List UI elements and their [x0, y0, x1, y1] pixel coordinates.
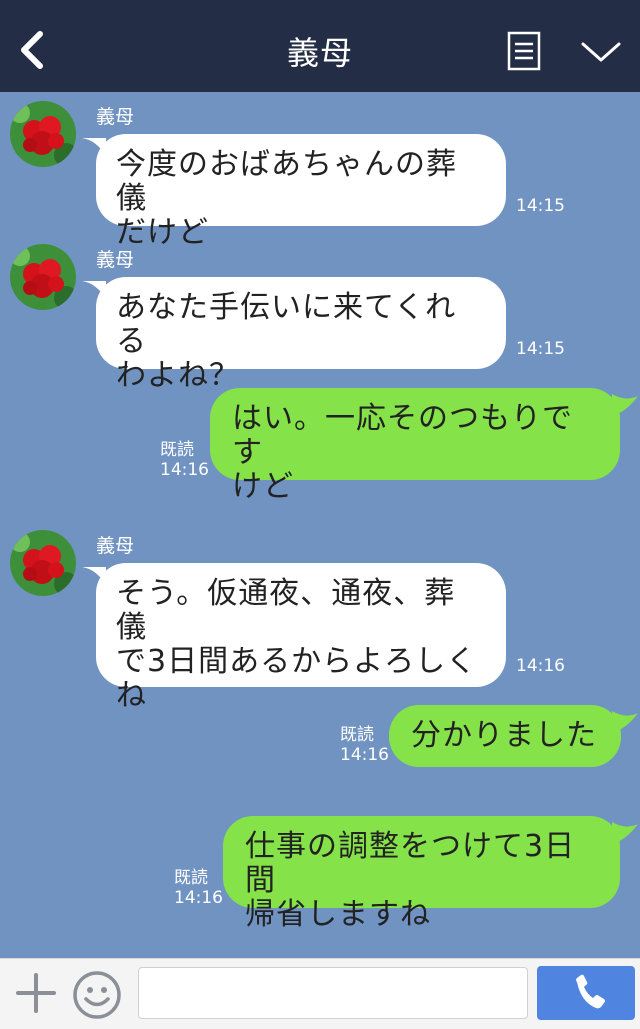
message-input-bar — [0, 958, 640, 1029]
message-bubble[interactable]: 今度のおばあちゃんの葬儀 だけど — [96, 134, 506, 250]
message-line: 仕事の調整をつけて3日間 — [245, 829, 576, 898]
message-bubble[interactable]: そう。仮通夜、通夜、葬儀 で3日間あるからよろしく ね — [96, 563, 506, 713]
message-line: だけど — [116, 215, 209, 250]
message-line: あなた手伝いに来てくれる — [116, 290, 457, 359]
timestamp: 14:16 — [340, 745, 389, 765]
sender-name: 義母 — [96, 249, 135, 271]
message-bubble[interactable]: 分かりました — [389, 705, 621, 767]
sender-name: 義母 — [96, 535, 135, 557]
phone-icon — [576, 974, 605, 1009]
timestamp: 14:16 — [174, 888, 223, 908]
message-line: 今度のおばあちゃんの葬儀 — [116, 147, 457, 216]
message-line: そう。仮通夜、通夜、葬儀 — [116, 576, 456, 645]
read-label: 既読 — [340, 725, 374, 745]
read-label: 既読 — [160, 440, 194, 460]
avatar[interactable] — [10, 101, 76, 167]
sender-name: 義母 — [96, 106, 135, 128]
read-receipt: 既読 14:16 — [174, 868, 223, 908]
message-line: 帰省しますね — [245, 897, 431, 932]
call-button[interactable] — [537, 966, 635, 1020]
chat-title: 義母 — [286, 34, 353, 72]
chevron-down-icon[interactable] — [580, 38, 622, 66]
timestamp: 14:16 — [516, 656, 565, 676]
message-bubble[interactable]: はい。一応そのつもりです けど — [210, 388, 620, 504]
timestamp: 14:15 — [516, 196, 565, 216]
avatar[interactable] — [10, 530, 76, 596]
bubble-tail — [612, 711, 638, 733]
message-bubble[interactable]: 仕事の調整をつけて3日間 帰省しますね — [223, 816, 620, 932]
message-line: 分かりました — [411, 718, 597, 753]
read-receipt: 既読 14:16 — [340, 725, 389, 765]
bubble-tail — [612, 822, 638, 844]
timestamp: 14:15 — [516, 339, 565, 359]
read-label: 既読 — [174, 868, 208, 888]
message-line: で3日間あるからよろしく — [116, 644, 478, 679]
message-line: けど — [232, 469, 294, 504]
bubble-tail — [612, 394, 638, 416]
plus-icon[interactable] — [14, 971, 58, 1015]
message-line: はい。一応そのつもりです — [232, 401, 573, 470]
chat-header: 義母 — [0, 0, 640, 92]
document-icon[interactable] — [507, 31, 541, 71]
message-input[interactable] — [138, 967, 528, 1019]
avatar[interactable] — [10, 244, 76, 310]
read-receipt: 既読 14:16 — [160, 440, 209, 480]
timestamp: 14:16 — [160, 460, 209, 480]
message-bubble[interactable]: あなた手伝いに来てくれる わよね？ — [96, 277, 506, 393]
smile-icon[interactable] — [72, 970, 122, 1020]
